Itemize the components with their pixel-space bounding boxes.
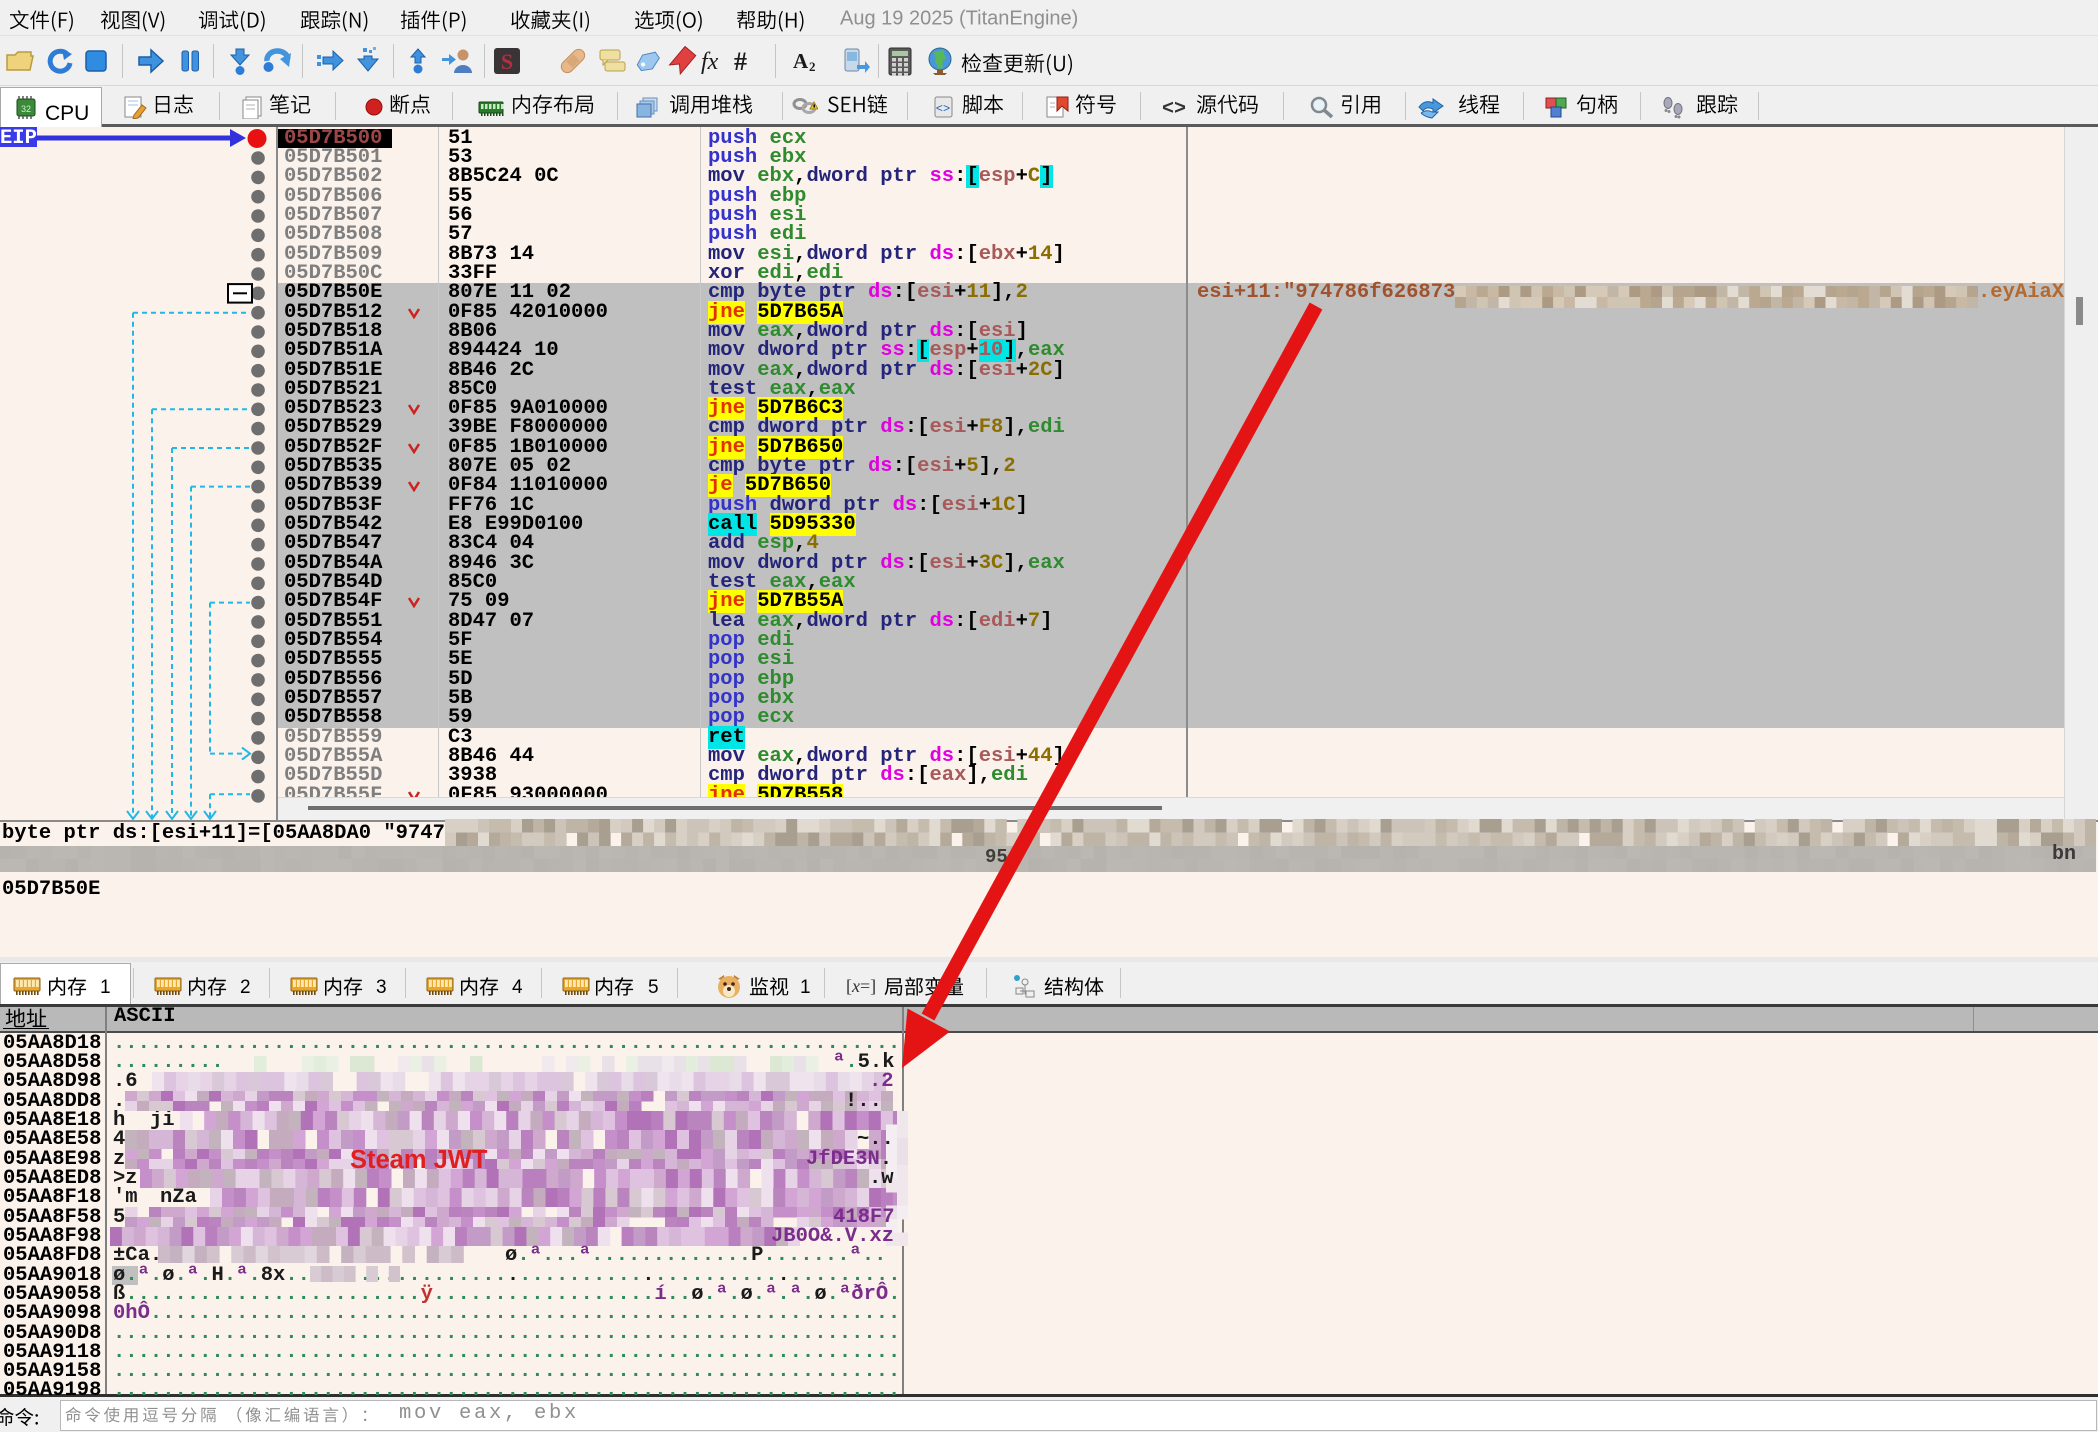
svg-text:32: 32 — [21, 104, 31, 114]
svg-text:2: 2 — [809, 59, 816, 74]
svg-text:fx: fx — [701, 49, 719, 75]
svg-text:EIP: EIP — [0, 127, 37, 150]
svg-text:A: A — [793, 49, 809, 73]
svg-text:<>: <> — [1162, 98, 1186, 119]
svg-text:S: S — [501, 49, 513, 74]
svg-text:#: # — [734, 47, 747, 76]
svg-text:<>: <> — [936, 102, 950, 116]
